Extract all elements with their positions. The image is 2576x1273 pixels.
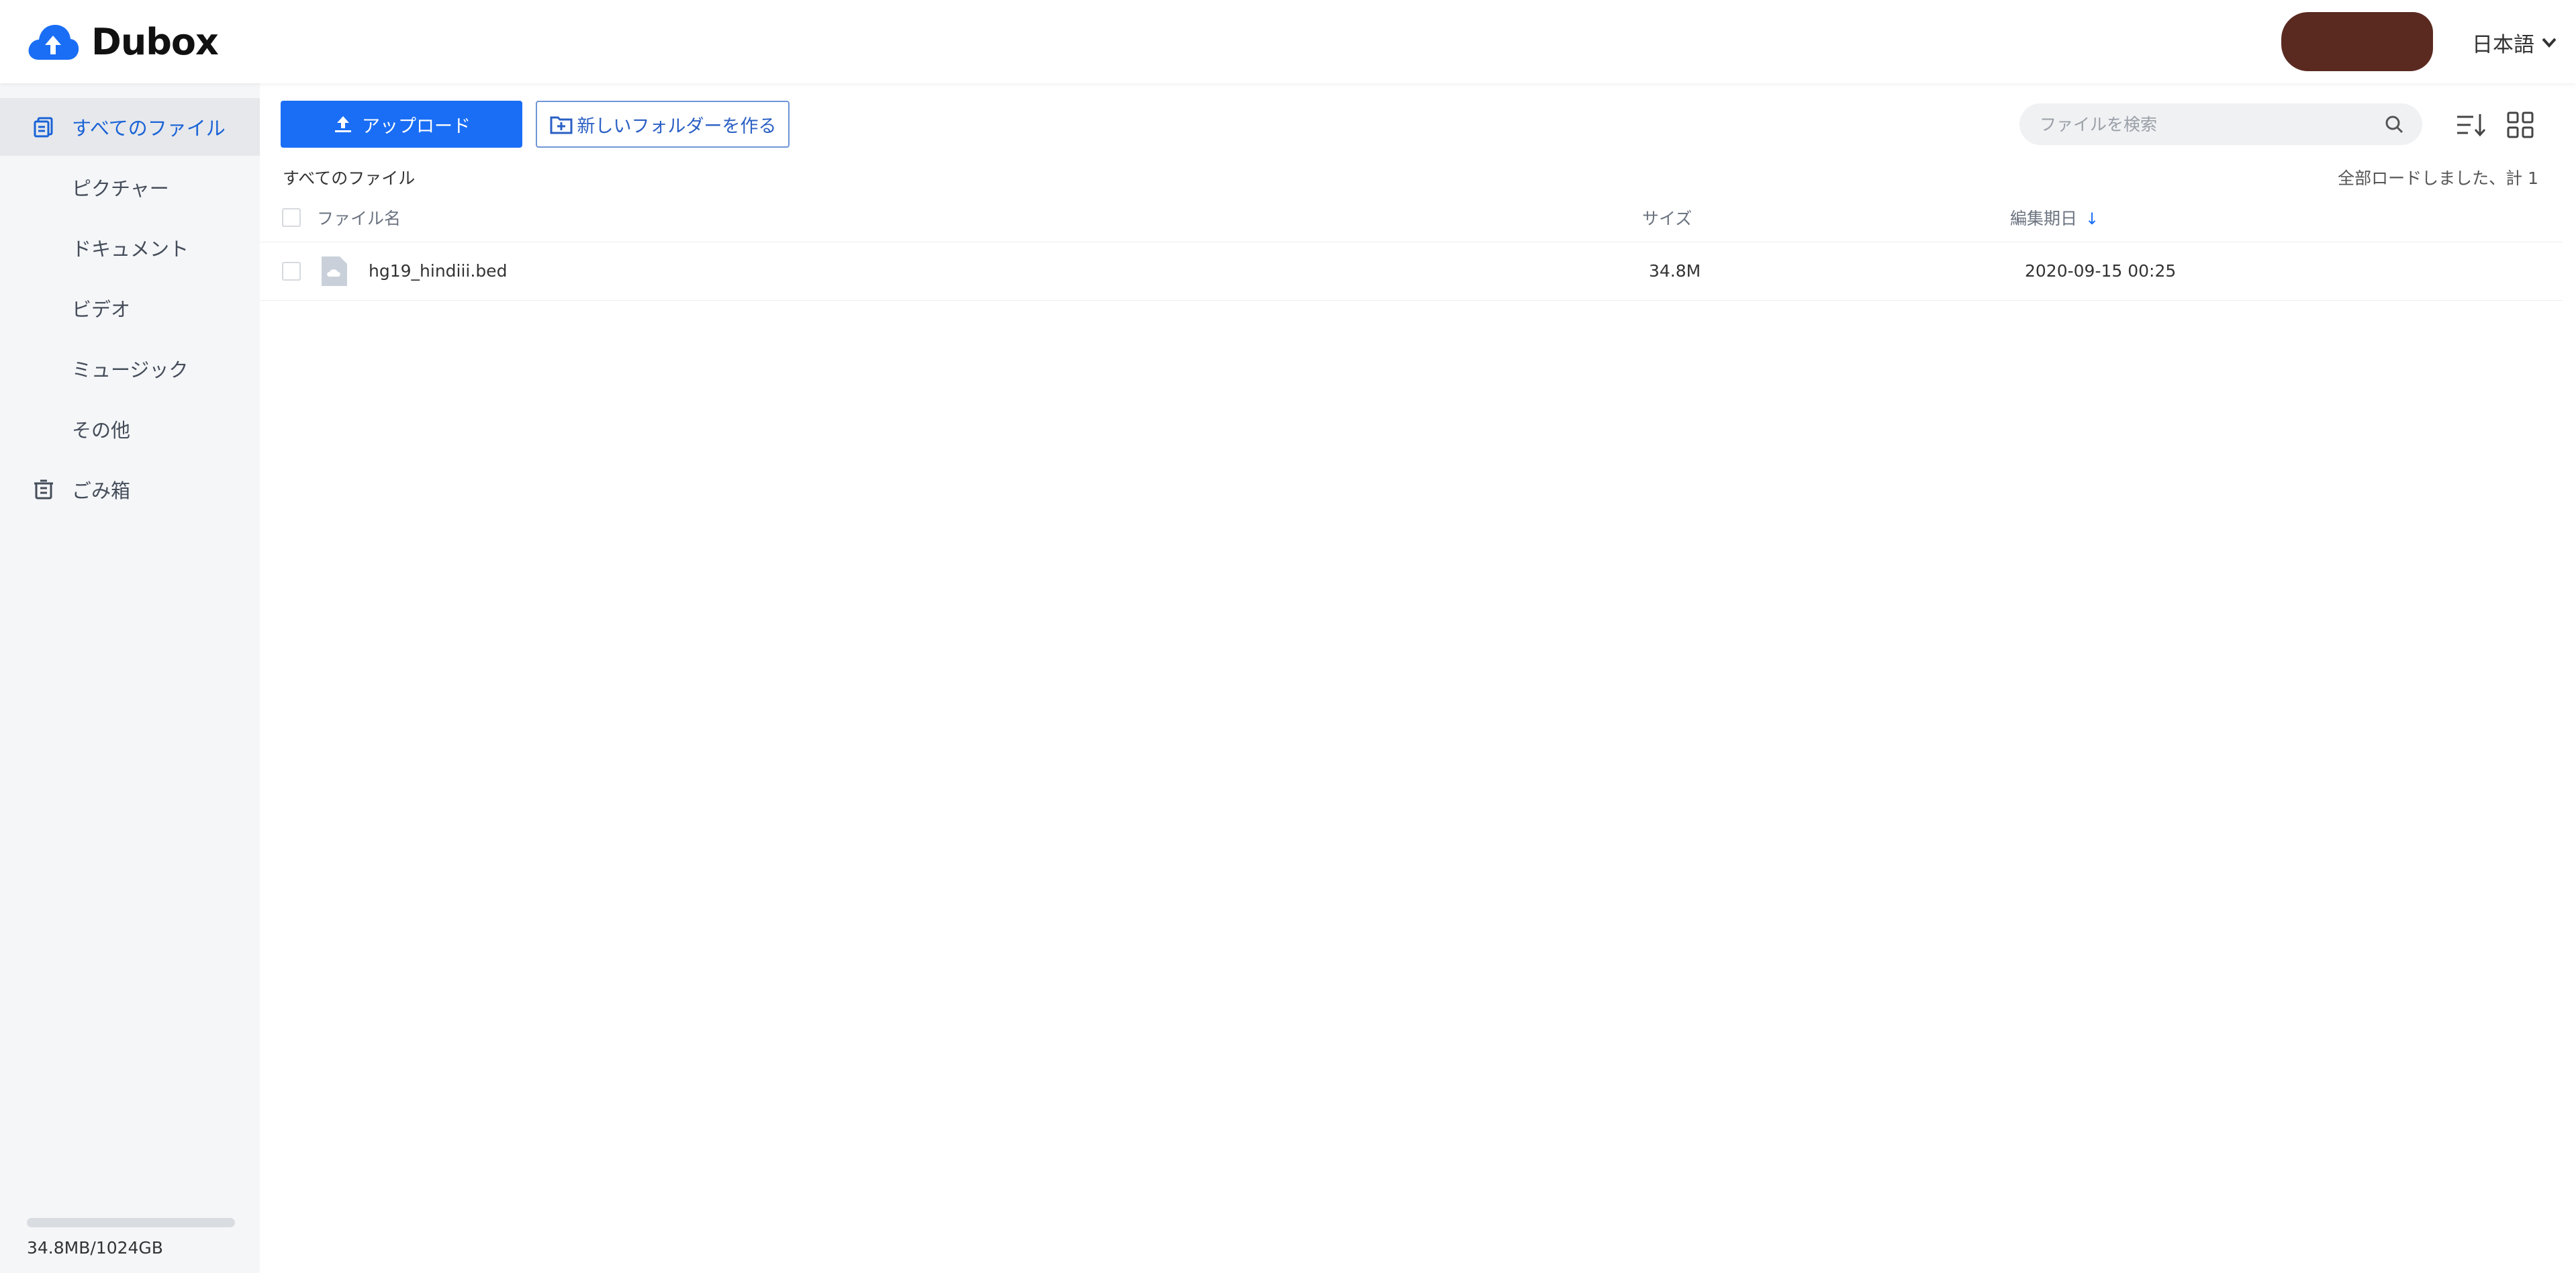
user-avatar[interactable] — [2281, 12, 2433, 71]
chevron-down-icon — [2542, 38, 2557, 48]
breadcrumb[interactable]: すべてのファイル — [283, 165, 415, 189]
cloud-upload-logo-icon — [28, 25, 79, 60]
sidebar-item-label: ピクチャー — [72, 177, 169, 200]
all-files-icon — [34, 117, 53, 138]
column-header-size[interactable]: サイズ — [1642, 205, 1692, 230]
storage-progress-bar — [27, 1218, 235, 1227]
language-label: 日本語 — [2472, 32, 2534, 57]
table-row[interactable] — [260, 242, 2563, 301]
sidebar-item-other[interactable]: その他 — [0, 400, 260, 458]
row-checkbox[interactable] — [282, 262, 301, 281]
search-input[interactable] — [2040, 114, 2375, 134]
sidebar-item-documents[interactable]: ドキュメント — [0, 219, 260, 277]
search-box — [2019, 103, 2422, 145]
upload-icon — [335, 116, 351, 132]
new-folder-button-label: 新しいフォルダーを作る — [577, 115, 777, 137]
dubox-logo[interactable]: Dubox — [26, 19, 219, 64]
search-icon[interactable] — [2383, 113, 2405, 135]
sidebar: すべてのファイル ピクチャー ドキュメント ビデオ ミュージック その他 ごみ箱 — [0, 83, 260, 1273]
new-folder-button[interactable]: 新しいフォルダーを作る — [536, 101, 790, 148]
sort-list-icon[interactable] — [2454, 109, 2487, 141]
select-all-checkbox[interactable] — [282, 208, 301, 227]
sidebar-item-label: ドキュメント — [72, 238, 189, 261]
column-header-modified-label: 編集期日 — [2010, 209, 2078, 228]
sort-down-arrow-icon: ↓ — [2085, 209, 2099, 228]
file-modified-date: 2020-09-15 00:25 — [2025, 261, 2177, 281]
sidebar-item-label: ミュージック — [72, 359, 189, 381]
sidebar-item-videos[interactable]: ビデオ — [0, 279, 260, 337]
sidebar-item-all-files[interactable]: すべてのファイル — [0, 98, 260, 156]
load-status: 全部ロードしました、計 1 — [2338, 169, 2538, 188]
file-size: 34.8M — [1649, 261, 1701, 281]
top-header: Dubox 日本語 — [0, 0, 2576, 83]
sidebar-item-trash[interactable]: ごみ箱 — [0, 461, 260, 518]
sidebar-item-label: ビデオ — [72, 298, 131, 321]
trash-icon — [34, 479, 53, 500]
upload-button[interactable]: アップロード — [281, 101, 522, 148]
file-cloud-icon — [322, 256, 347, 286]
language-selector[interactable]: 日本語 — [2472, 27, 2559, 58]
sidebar-item-label: すべてのファイル — [72, 117, 226, 140]
new-folder-icon — [550, 116, 572, 134]
sidebar-item-label: その他 — [72, 419, 131, 442]
grid-view-icon[interactable] — [2504, 109, 2536, 141]
file-name[interactable]: hg19_hindiii.bed — [369, 261, 507, 281]
column-header-modified[interactable]: 編集期日 ↓ — [2010, 205, 2099, 230]
column-header-name[interactable]: ファイル名 — [317, 205, 401, 230]
upload-button-label: アップロード — [362, 115, 471, 137]
sidebar-item-pictures[interactable]: ピクチャー — [0, 158, 260, 216]
storage-usage-text: 34.8MB/1024GB — [27, 1238, 163, 1258]
sidebar-item-music[interactable]: ミュージック — [0, 340, 260, 397]
sidebar-item-label: ごみ箱 — [72, 479, 131, 502]
app-name: Dubox — [91, 20, 219, 63]
